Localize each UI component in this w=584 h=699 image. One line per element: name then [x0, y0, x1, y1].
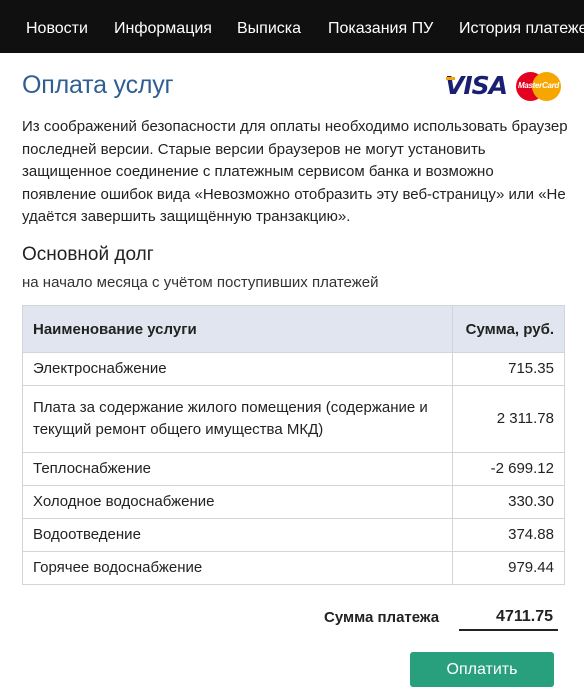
- service-sum: 330.30: [452, 485, 565, 519]
- services-table: Наименование услуги Сумма, руб. Электрос…: [22, 305, 565, 585]
- browser-security-notice: Из соображений безопасности для оплаты н…: [22, 118, 568, 225]
- table-row: Электроснабжение 715.35: [22, 352, 565, 386]
- table-row: Горячее водоснабжение 979.44: [22, 551, 565, 585]
- service-name: Теплоснабжение: [22, 452, 453, 486]
- payment-total-label: Сумма платежа: [324, 609, 440, 626]
- table-row: Теплоснабжение -2 699.12: [22, 452, 565, 486]
- table-row: Холодное водоснабжение 330.30: [22, 485, 565, 519]
- service-name: Холодное водоснабжение: [22, 485, 453, 519]
- service-name: Водоотведение: [22, 518, 453, 552]
- payment-total-value: 4711.75: [459, 606, 558, 631]
- nav-item-payment-history[interactable]: История платежей: [459, 0, 584, 53]
- service-sum: 2 311.78: [452, 385, 565, 453]
- table-row: Плата за содержание жилого помещения (со…: [22, 385, 565, 453]
- table-header-row: Наименование услуги Сумма, руб.: [22, 305, 565, 353]
- nav-item-meter-readings[interactable]: Показания ПУ: [328, 0, 433, 53]
- pay-button[interactable]: Оплатить: [410, 652, 554, 687]
- nav-item-statement[interactable]: Выписка: [237, 0, 301, 53]
- column-header-service: Наименование услуги: [22, 305, 453, 353]
- service-name: Плата за содержание жилого помещения (со…: [22, 385, 453, 453]
- top-navigation: Новости Информация Выписка Показания ПУ …: [0, 0, 584, 53]
- service-sum: -2 699.12: [452, 452, 565, 486]
- service-name: Горячее водоснабжение: [22, 551, 453, 585]
- nav-item-info[interactable]: Информация: [114, 0, 212, 53]
- page-title: Оплата услуг: [22, 71, 174, 99]
- table-row: Водоотведение 374.88: [22, 518, 565, 552]
- debt-section-title: Основной долг: [22, 244, 154, 265]
- mastercard-logo: MasterCard: [516, 72, 561, 101]
- visa-logo: VISA: [445, 71, 508, 100]
- service-name: Электроснабжение: [22, 352, 453, 386]
- service-sum: 979.44: [452, 551, 565, 585]
- service-sum: 374.88: [452, 518, 565, 552]
- column-header-sum: Сумма, руб.: [452, 305, 565, 353]
- nav-item-news[interactable]: Новости: [26, 0, 88, 53]
- service-sum: 715.35: [452, 352, 565, 386]
- debt-section-subtitle: на начало месяца с учётом поступивших пл…: [22, 274, 379, 291]
